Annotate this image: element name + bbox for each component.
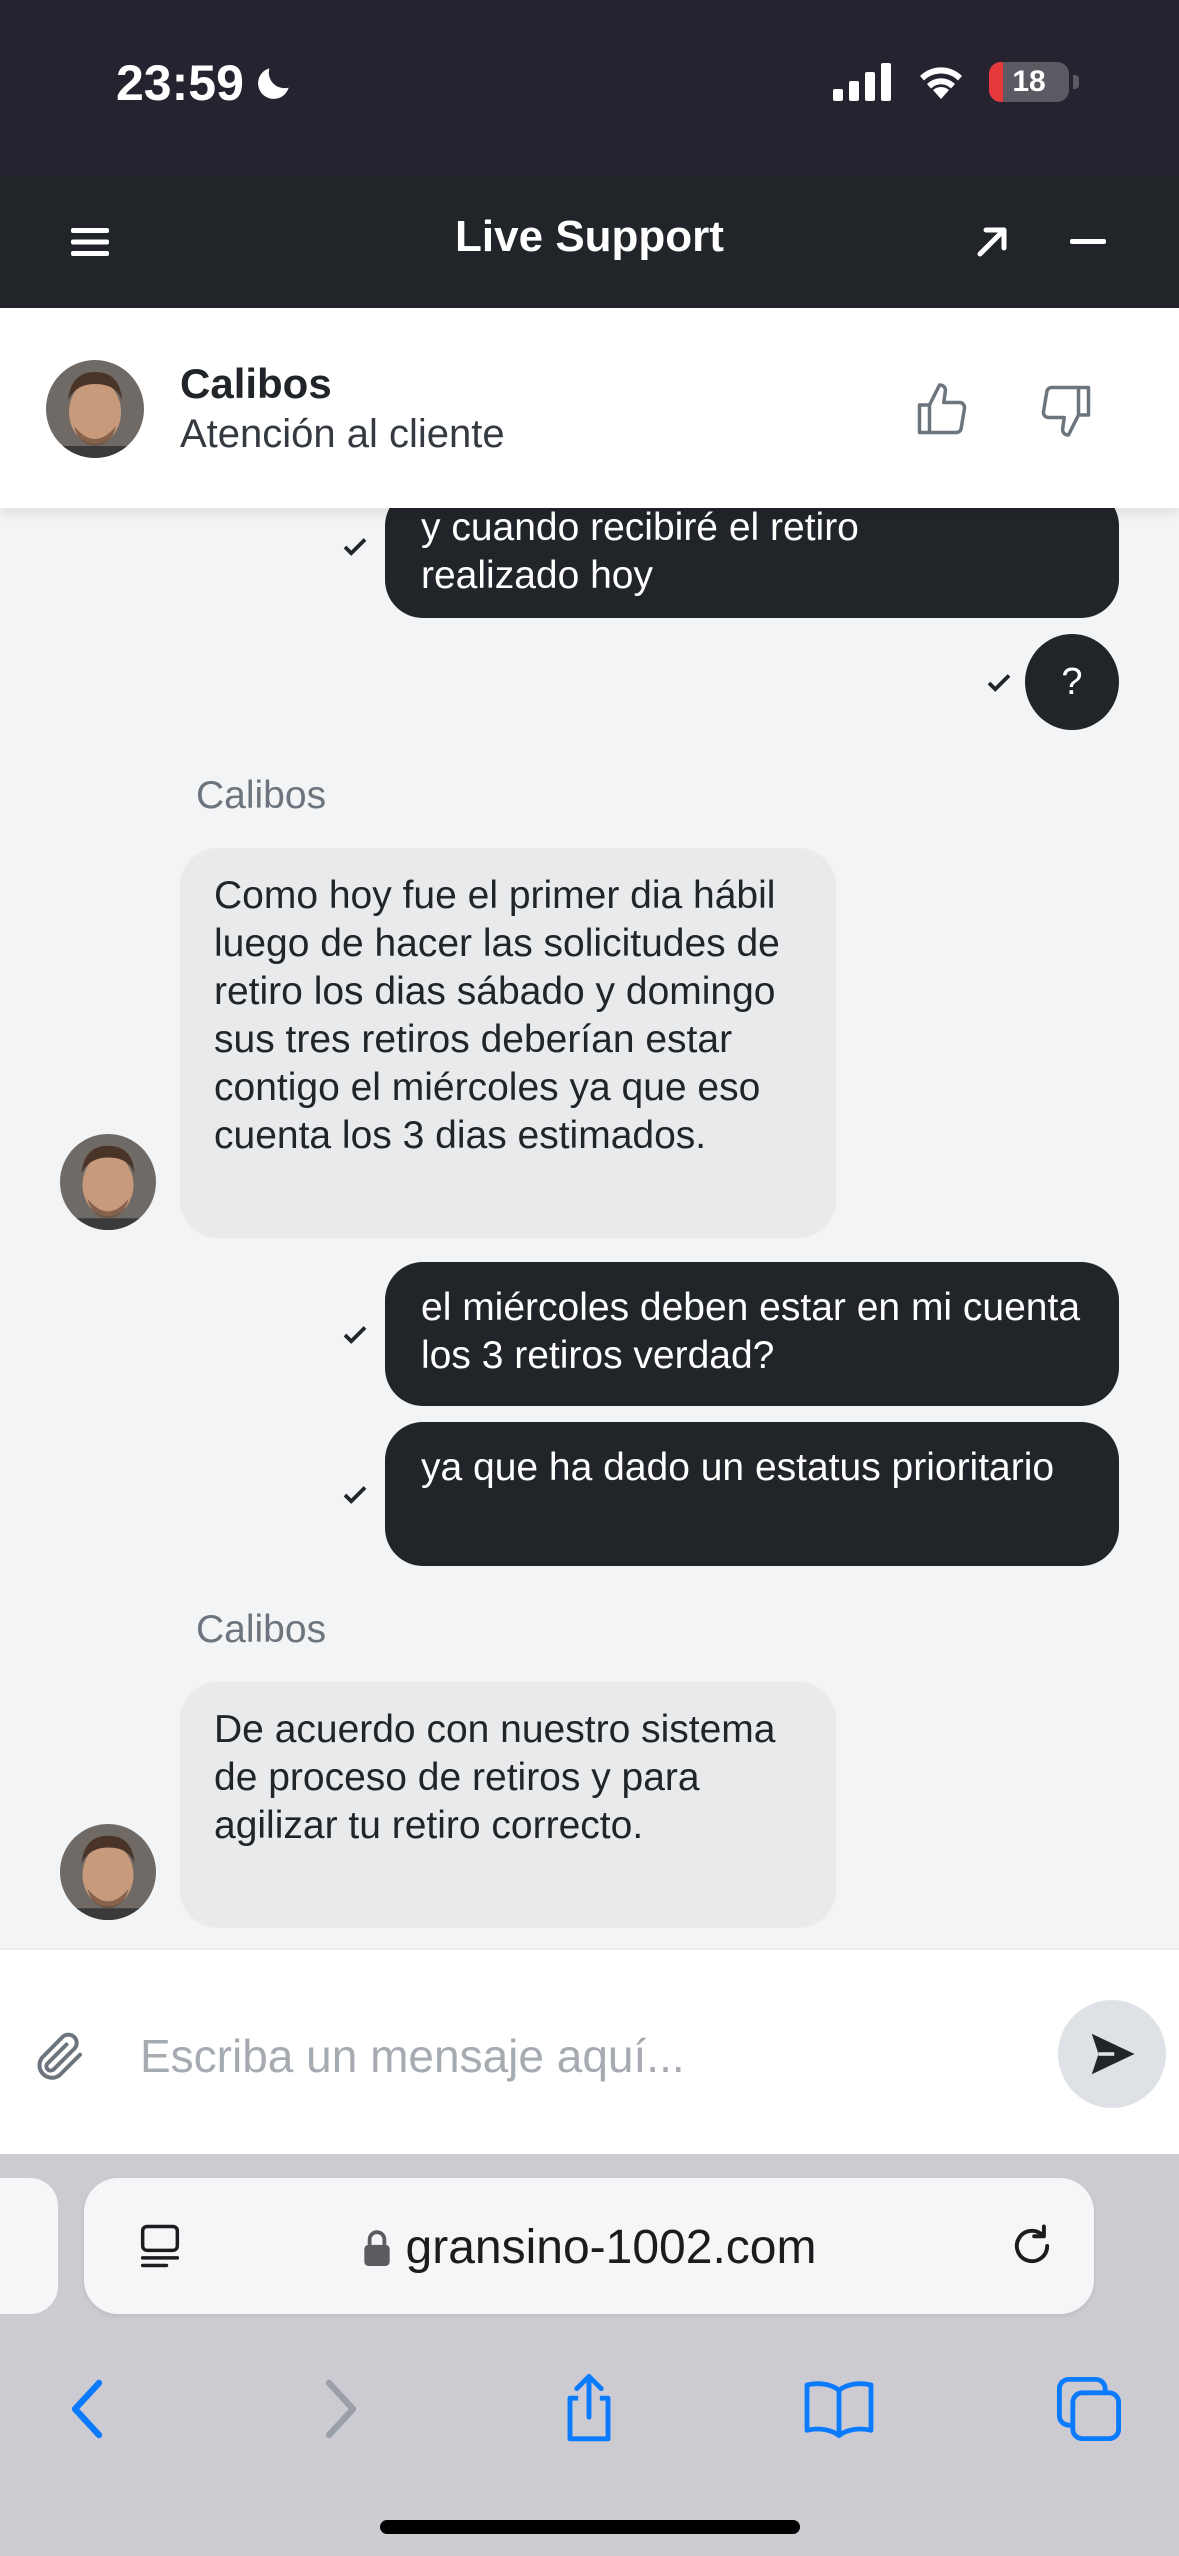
agent-photo — [60, 1134, 156, 1230]
expand-button[interactable] — [960, 210, 1024, 274]
reload-icon[interactable] — [1006, 2220, 1058, 2272]
agent-photo — [60, 1824, 156, 1920]
status-bar: 23:59 18 — [0, 0, 1179, 176]
outgoing-message: y cuando recibiré el retiro realizado ho… — [385, 508, 1119, 618]
message-line: y cuando recibiré el retiro — [421, 508, 859, 549]
outgoing-message: el miércoles deben estar en mi cuenta lo… — [385, 1262, 1119, 1406]
like-button[interactable] — [902, 370, 982, 450]
forward-button[interactable] — [286, 2354, 396, 2464]
check-icon — [343, 1486, 367, 1504]
arrow-up-right-icon — [977, 227, 1007, 257]
share-icon — [567, 2373, 611, 2442]
back-button[interactable] — [32, 2354, 142, 2464]
battery-cap — [1073, 75, 1079, 89]
avatar — [60, 1134, 156, 1230]
home-indicator — [380, 2520, 800, 2534]
sender-name: Calibos — [196, 774, 327, 817]
browser-nav — [0, 2354, 1179, 2464]
tabs-icon — [1056, 2376, 1122, 2442]
app-header: Live Support — [0, 176, 1179, 308]
previous-tab-peek[interactable] — [0, 2178, 58, 2314]
moon-icon — [257, 68, 289, 99]
attach-button[interactable] — [30, 2026, 90, 2086]
wifi-icon — [920, 67, 962, 99]
chevron-right-icon — [325, 2379, 357, 2439]
share-button[interactable] — [534, 2354, 644, 2464]
bookmarks-button[interactable] — [784, 2354, 894, 2464]
url-text: gransino-1002.com — [405, 2221, 817, 2274]
book-icon — [804, 2381, 874, 2439]
message-composer — [0, 1948, 1179, 2154]
message-line: realizado hoy — [421, 554, 653, 597]
send-button[interactable] — [1058, 2000, 1166, 2108]
check-icon — [343, 1326, 367, 1344]
outgoing-message: ? — [1025, 634, 1119, 730]
thumbs-up-icon — [917, 383, 967, 435]
minimize-button[interactable] — [1056, 210, 1120, 274]
battery-level: 18 — [1012, 65, 1046, 98]
sender-name: Calibos — [196, 1608, 327, 1651]
tabs-button[interactable] — [1034, 2354, 1144, 2464]
minus-icon — [1070, 239, 1106, 244]
agent-photo — [46, 360, 144, 458]
paperclip-icon — [37, 2032, 82, 2080]
incoming-message: Como hoy fue el primer dia hábil luego d… — [180, 848, 836, 1238]
browser-toolbar: gransino-1002.com — [0, 2154, 1179, 2556]
url-display: gransino-1002.com — [84, 2220, 1094, 2275]
status-time: 23:59 — [116, 54, 296, 112]
outgoing-message: ya que ha dado un estatus prioritario — [385, 1422, 1119, 1566]
thumbs-down-icon — [1041, 385, 1091, 437]
chevron-left-icon — [71, 2379, 103, 2439]
dislike-button[interactable] — [1026, 370, 1106, 450]
incoming-message: De acuerdo con nuestro sistema de proces… — [180, 1682, 836, 1928]
lock-icon — [363, 2229, 390, 2266]
address-bar[interactable]: gransino-1002.com — [84, 2178, 1094, 2314]
avatar — [46, 360, 144, 458]
agent-card: Calibos Atención al cliente — [0, 308, 1179, 508]
message-input[interactable] — [140, 2014, 1020, 2098]
agent-name: Calibos — [180, 360, 332, 407]
clock-text: 23:59 — [116, 55, 244, 111]
send-icon — [1091, 2033, 1135, 2075]
avatar — [60, 1824, 156, 1920]
chat-messages[interactable]: y cuando recibiré el retiro realizado ho… — [0, 508, 1179, 1948]
signal-icon — [833, 63, 891, 101]
status-icons: 18 — [833, 62, 1079, 102]
battery-indicator: 18 — [989, 62, 1069, 102]
agent-role: Atención al cliente — [180, 412, 505, 456]
check-icon — [987, 674, 1011, 692]
check-icon — [343, 538, 367, 556]
